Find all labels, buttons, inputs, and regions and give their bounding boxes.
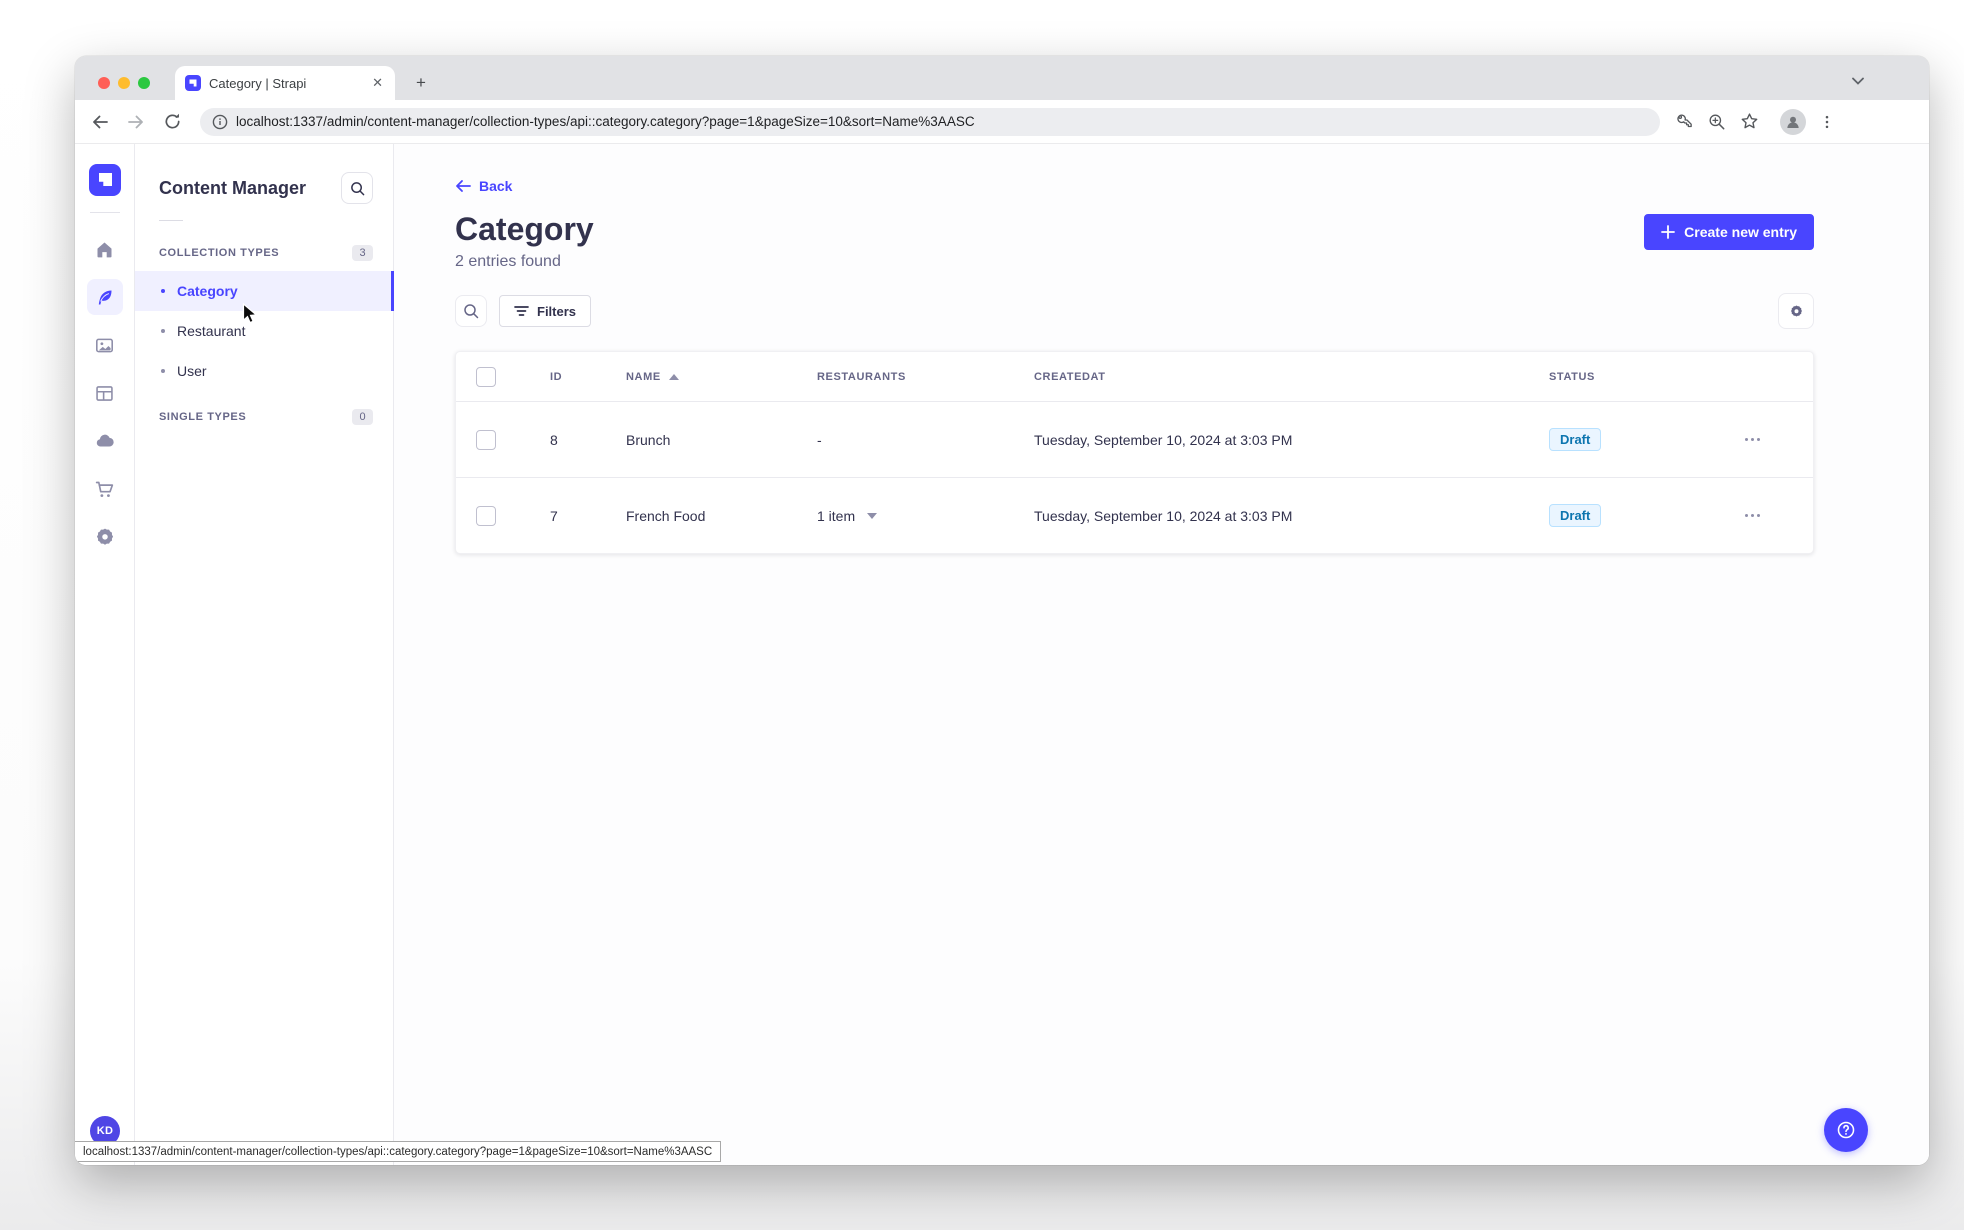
minimize-window-button[interactable] [118,77,130,89]
page-title: Category [455,211,594,247]
sidebar-item-marketplace[interactable] [87,471,123,507]
cell-restaurants[interactable]: 1 item [817,508,855,524]
sidebar-item-content-manager[interactable] [86,279,123,315]
filter-icon [514,306,529,317]
strapi-app: KD Content Manager COLLECTION TYPES 3 Ca… [75,144,1929,1165]
bullet-icon [161,289,165,293]
subnav-item-label: Category [177,283,238,299]
subnav-item-user[interactable]: User [135,351,393,391]
entries-count-text: 2 entries found [455,253,561,271]
close-window-button[interactable] [98,77,110,89]
new-tab-button[interactable]: + [409,71,433,95]
main-content: Back Category 2 entries found Create new… [394,144,1929,1165]
help-button[interactable] [1824,1108,1868,1152]
cell-createdat: Tuesday, September 10, 2024 at 3:03 PM [1034,507,1293,524]
column-header-createdat[interactable]: CREATEDAT [1016,371,1525,383]
cell-restaurants: - [817,431,822,448]
url-bar[interactable]: localhost:1337/admin/content-manager/col… [200,107,1660,136]
subnav-item-label: Restaurant [177,323,246,339]
column-header-restaurants[interactable]: RESTAURANTS [805,371,1016,383]
single-types-label: SINGLE TYPES [159,411,247,423]
cell-name: French Food [626,507,706,524]
feather-pen-icon [94,287,115,308]
link-status-bar: localhost:1337/admin/content-manager/col… [75,1141,722,1162]
browser-profile-avatar[interactable] [1780,108,1806,135]
entries-table: ID NAME RESTAURANTS CREATEDAT STATUS 8 B… [455,351,1814,555]
subnav-item-restaurant[interactable]: Restaurant [135,311,393,351]
subnav-item-label: User [177,363,207,379]
cell-name: Brunch [626,431,671,448]
sidebar-item-content-type-builder[interactable] [87,375,123,411]
status-badge: Draft [1549,504,1602,528]
chevron-down-icon[interactable] [867,512,878,519]
browser-window: Category | Strapi ✕ + localhost:1337/adm… [75,56,1929,1165]
column-header-name[interactable]: NAME [626,371,661,383]
table-header-row: ID NAME RESTAURANTS CREATEDAT STATUS [456,352,1813,401]
rail-divider [89,212,120,213]
sidebar-item-home[interactable] [87,231,123,267]
sidebar-item-settings[interactable] [87,519,123,555]
bookmark-star-icon[interactable] [1739,111,1760,132]
forward-nav-icon[interactable] [124,110,148,134]
back-nav-icon[interactable] [88,110,112,134]
row-checkbox[interactable] [476,505,496,526]
select-all-checkbox[interactable] [476,366,496,387]
plus-icon [1661,225,1676,239]
url-text: localhost:1337/admin/content-manager/col… [236,114,975,129]
table-search-button[interactable] [455,295,487,328]
subnav-title: Content Manager [159,177,307,198]
filters-button[interactable]: Filters [499,295,592,328]
page-info-icon[interactable] [212,114,228,130]
collection-types-label: COLLECTION TYPES [159,247,280,259]
content-manager-subnav: Content Manager COLLECTION TYPES 3 Categ… [135,144,394,1165]
table-settings-button[interactable] [1778,293,1814,330]
back-link[interactable]: Back [455,178,512,194]
row-more-options-icon[interactable] [1745,514,1760,518]
create-new-entry-button[interactable]: Create new entry [1644,214,1814,250]
browser-toolbar: localhost:1337/admin/content-manager/col… [75,100,1929,144]
cell-id: 8 [550,431,558,448]
tab-close-icon[interactable]: ✕ [370,75,385,91]
tab-title: Category | Strapi [209,75,307,91]
sidebar-item-media-library[interactable] [87,327,123,363]
subnav-divider [159,220,183,221]
collection-types-count-badge: 3 [352,245,373,261]
column-header-status[interactable]: STATUS [1525,371,1692,383]
single-types-count-badge: 0 [352,409,373,425]
column-header-id[interactable]: ID [530,371,614,383]
strapi-logo[interactable] [88,164,121,196]
strapi-favicon [185,75,201,91]
row-more-options-icon[interactable] [1745,438,1760,442]
back-arrow-icon [456,180,471,192]
bullet-icon [161,329,165,333]
status-badge: Draft [1549,428,1602,452]
password-key-icon[interactable] [1674,111,1695,132]
sidebar-item-cloud[interactable] [87,423,123,459]
traffic-lights [98,77,150,89]
browser-menu-kebab-icon[interactable] [1818,113,1836,131]
bullet-icon [161,369,165,373]
maximize-window-button[interactable] [138,77,150,89]
row-checkbox[interactable] [476,429,496,450]
subnav-search-button[interactable] [341,172,373,204]
reload-icon[interactable] [160,110,184,134]
question-mark-icon [1837,1121,1855,1139]
cell-id: 7 [550,507,558,524]
browser-tabstrip: Category | Strapi ✕ + [75,56,1929,100]
cell-createdat: Tuesday, September 10, 2024 at 3:03 PM [1034,431,1293,448]
zoom-search-icon[interactable] [1707,112,1727,132]
tab-search-chevron-icon[interactable] [1847,70,1869,92]
table-row-french-food[interactable]: 7 French Food 1 item Tuesday, September … [456,477,1813,553]
subnav-item-category[interactable]: Category [135,271,394,311]
browser-tab[interactable]: Category | Strapi ✕ [175,66,395,100]
table-row-brunch[interactable]: 8 Brunch - Tuesday, September 10, 2024 a… [456,401,1813,477]
sort-ascending-icon[interactable] [668,373,679,380]
main-nav-rail: KD [75,144,135,1165]
